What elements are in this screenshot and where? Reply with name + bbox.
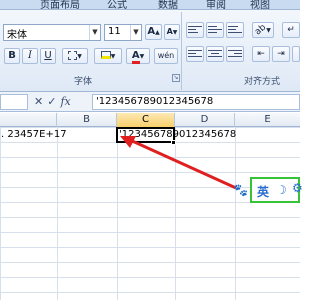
wrap-text-icon: ↵: [287, 25, 295, 35]
column-header-e[interactable]: E: [235, 113, 300, 127]
decrease-indent-button[interactable]: ⇤: [252, 46, 270, 62]
align-bottom-icon: [228, 24, 242, 36]
column-divider: [175, 127, 176, 300]
font-size-value: 11: [108, 26, 121, 37]
cell-c1[interactable]: '123456789012345678: [119, 128, 236, 142]
insert-function-button[interactable]: fx: [60, 94, 70, 110]
gear-icon[interactable]: ⚙: [292, 181, 303, 195]
column-divider: [57, 127, 58, 300]
merge-center-button[interactable]: [292, 46, 300, 62]
orientation-button[interactable]: ab▼: [252, 22, 274, 38]
check-icon[interactable]: ✓: [47, 94, 56, 110]
group-divider: [181, 12, 182, 90]
column-header-b[interactable]: B: [57, 113, 117, 127]
align-right-button[interactable]: [226, 46, 244, 62]
chevron-down-icon[interactable]: ▼: [89, 25, 100, 40]
font-color-button[interactable]: A▼: [126, 48, 150, 64]
increase-indent-icon: ⇥: [277, 49, 285, 59]
phonetic-button[interactable]: wén: [154, 48, 178, 64]
column-header-a[interactable]: [0, 113, 57, 127]
cell-grid[interactable]: [0, 127, 300, 300]
font-size-combobox[interactable]: 11 ▼: [104, 24, 142, 41]
paint-bucket-icon: [100, 51, 111, 59]
cell-a1[interactable]: . 23457E+17: [1, 128, 67, 142]
formula-input[interactable]: '123456789012345678: [92, 94, 300, 110]
align-middle-icon: [208, 24, 222, 36]
ribbon-tab-bar: 页面布局 公式 数据 审阅 视图: [0, 0, 300, 11]
align-center-button[interactable]: [206, 46, 224, 62]
align-top-button[interactable]: [186, 22, 204, 38]
shrink-font-button[interactable]: A▼: [164, 24, 180, 40]
column-divider: [235, 127, 236, 300]
font-name-value: 宋体: [7, 30, 27, 41]
font-name-combobox[interactable]: 宋体 ▼: [3, 24, 101, 41]
increase-indent-button[interactable]: ⇥: [272, 46, 290, 62]
moon-icon[interactable]: ☽: [276, 183, 287, 197]
formula-buttons: ✕ ✓ fx: [34, 94, 90, 110]
name-box[interactable]: [0, 94, 28, 110]
wrap-text-button[interactable]: ↵: [282, 22, 300, 38]
align-bottom-button[interactable]: [226, 22, 244, 38]
underline-button[interactable]: U: [40, 48, 56, 64]
ime-toolbar: 🐾 英 ☽ ⚙: [229, 177, 303, 203]
border-button[interactable]: ▼: [62, 48, 88, 64]
text-orientation-icon: ab: [253, 22, 269, 38]
italic-button[interactable]: I: [22, 48, 38, 64]
column-header-d[interactable]: D: [175, 113, 235, 127]
fill-handle[interactable]: [171, 140, 176, 145]
grow-font-button[interactable]: A▲: [145, 24, 162, 40]
align-center-icon: [208, 48, 222, 60]
column-divider: [117, 127, 118, 300]
phonetic-icon: wén: [157, 51, 175, 60]
font-dialog-launcher-icon[interactable]: ↘: [172, 74, 180, 82]
ime-language-toggle[interactable]: 英: [257, 183, 269, 200]
align-middle-button[interactable]: [206, 22, 224, 38]
align-left-icon: [188, 48, 202, 60]
column-header-c[interactable]: C: [117, 113, 175, 127]
decrease-indent-icon: ⇤: [257, 49, 265, 59]
alignment-group-label: 对齐方式: [244, 77, 281, 87]
font-group-label: 字体: [74, 77, 93, 87]
border-icon: [68, 50, 78, 60]
align-top-icon: [188, 24, 202, 36]
close-icon[interactable]: ✕: [34, 94, 43, 110]
fill-color-button[interactable]: ▼: [94, 48, 122, 64]
column-header-row: B C D E: [0, 113, 300, 127]
align-right-icon: [228, 48, 242, 60]
font-color-icon: A: [131, 51, 140, 64]
chevron-down-icon[interactable]: ▼: [130, 25, 141, 40]
bold-button[interactable]: B: [4, 48, 20, 64]
align-left-button[interactable]: [186, 46, 204, 62]
formula-bar: ✕ ✓ fx '123456789012345678: [0, 92, 300, 112]
paw-icon[interactable]: 🐾: [233, 183, 248, 197]
